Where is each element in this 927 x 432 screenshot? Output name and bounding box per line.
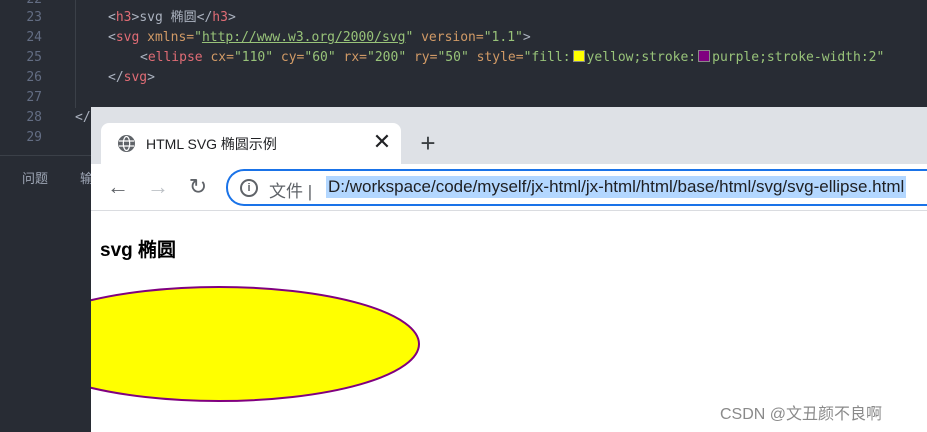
code-token: < bbox=[108, 30, 116, 45]
line-number: 26 bbox=[26, 70, 42, 85]
code-token: "200" bbox=[367, 50, 407, 65]
code-token: svg bbox=[115, 30, 140, 45]
code-token: </ bbox=[196, 10, 213, 25]
line-number: 29 bbox=[26, 130, 42, 145]
close-icon[interactable]: ✕ bbox=[371, 131, 393, 153]
code-token: > bbox=[522, 30, 531, 45]
reload-icon[interactable]: ↻ bbox=[185, 174, 211, 200]
code-token: svg bbox=[123, 70, 148, 85]
color-swatch-purple[interactable] bbox=[698, 50, 711, 62]
code-line-23[interactable]: <h3>svg 椭圆</h3> bbox=[108, 8, 236, 28]
code-token: yellow;stroke: bbox=[586, 50, 697, 65]
line-number: 25 bbox=[26, 50, 42, 65]
url-text[interactable]: D:/workspace/code/myself/jx-html/jx-html… bbox=[326, 176, 907, 198]
page-viewport: svg 椭圆 CSDN @文丑颜不良啊 bbox=[91, 211, 927, 432]
browser-window: HTML SVG 椭圆示例 ✕ + ← → ↻ i 文件 | D:/worksp… bbox=[91, 107, 927, 432]
code-token: < bbox=[108, 10, 116, 25]
url-scheme-text: 文件 bbox=[269, 182, 303, 201]
code-token: </ bbox=[75, 110, 91, 125]
code-link[interactable]: http://www.w3.org/2000/svg bbox=[202, 30, 406, 45]
code-token: ry= bbox=[406, 50, 438, 65]
panel-divider bbox=[0, 155, 91, 156]
code-token: ellipse bbox=[147, 50, 203, 65]
tab-title: HTML SVG 椭圆示例 bbox=[146, 136, 277, 152]
globe-icon bbox=[118, 135, 135, 152]
watermark: CSDN @文丑颜不良啊 bbox=[720, 406, 883, 423]
code-line-28[interactable]: </ bbox=[75, 108, 91, 128]
code-token: style= bbox=[468, 50, 524, 65]
indent-guide bbox=[75, 0, 76, 108]
code-token: > bbox=[147, 70, 155, 85]
code-token: h3 bbox=[115, 10, 132, 25]
code-token: "50" bbox=[437, 50, 469, 65]
ellipse-shape bbox=[91, 286, 420, 402]
code-token: "110" bbox=[233, 50, 274, 65]
code-line-24[interactable]: <svg xmlns="http://www.w3.org/2000/svg" … bbox=[108, 28, 531, 48]
line-number: 27 bbox=[26, 90, 42, 105]
line-number: 24 bbox=[26, 30, 42, 45]
panel-tab-problems[interactable]: 问题 bbox=[22, 168, 48, 187]
line-number: 28 bbox=[26, 110, 42, 125]
code-token: cx= bbox=[202, 50, 234, 65]
code-token: cy= bbox=[273, 50, 305, 65]
address-bar[interactable]: i 文件 | D:/workspace/code/myself/jx-html/… bbox=[226, 169, 927, 206]
code-token: version= bbox=[413, 30, 484, 45]
info-icon[interactable]: i bbox=[240, 179, 258, 197]
code-line-26[interactable]: </svg> bbox=[108, 68, 155, 88]
back-icon[interactable]: ← bbox=[105, 174, 131, 200]
line-number: 23 bbox=[26, 10, 42, 25]
code-token: h3 bbox=[212, 10, 228, 25]
code-token: " bbox=[194, 30, 202, 45]
code-token: purple;stroke-width:2" bbox=[712, 50, 885, 65]
code-line-25[interactable]: <ellipse cx="110" cy="60" rx="200" ry="5… bbox=[140, 48, 884, 68]
browser-toolbar: ← → ↻ i 文件 | D:/workspace/code/myself/jx… bbox=[91, 164, 927, 211]
tab-strip: HTML SVG 椭圆示例 ✕ + bbox=[91, 107, 927, 164]
color-swatch-yellow[interactable] bbox=[572, 50, 585, 62]
code-token: "fill: bbox=[523, 50, 571, 65]
page-heading: svg 椭圆 bbox=[100, 240, 177, 261]
code-token: rx= bbox=[335, 50, 368, 65]
code-token: "60" bbox=[304, 50, 336, 65]
code-token: < bbox=[140, 50, 148, 65]
code-token: > bbox=[227, 10, 236, 25]
browser-tab[interactable]: HTML SVG 椭圆示例 ✕ bbox=[101, 123, 401, 164]
code-token: xmlns= bbox=[139, 30, 195, 45]
code-token: "1.1" bbox=[483, 30, 523, 45]
code-token: svg 椭圆 bbox=[139, 10, 197, 25]
url-scheme-label: 文件 | bbox=[269, 182, 313, 201]
forward-icon[interactable]: → bbox=[145, 174, 171, 200]
code-token: </ bbox=[108, 70, 124, 85]
new-tab-button[interactable]: + bbox=[416, 130, 440, 156]
